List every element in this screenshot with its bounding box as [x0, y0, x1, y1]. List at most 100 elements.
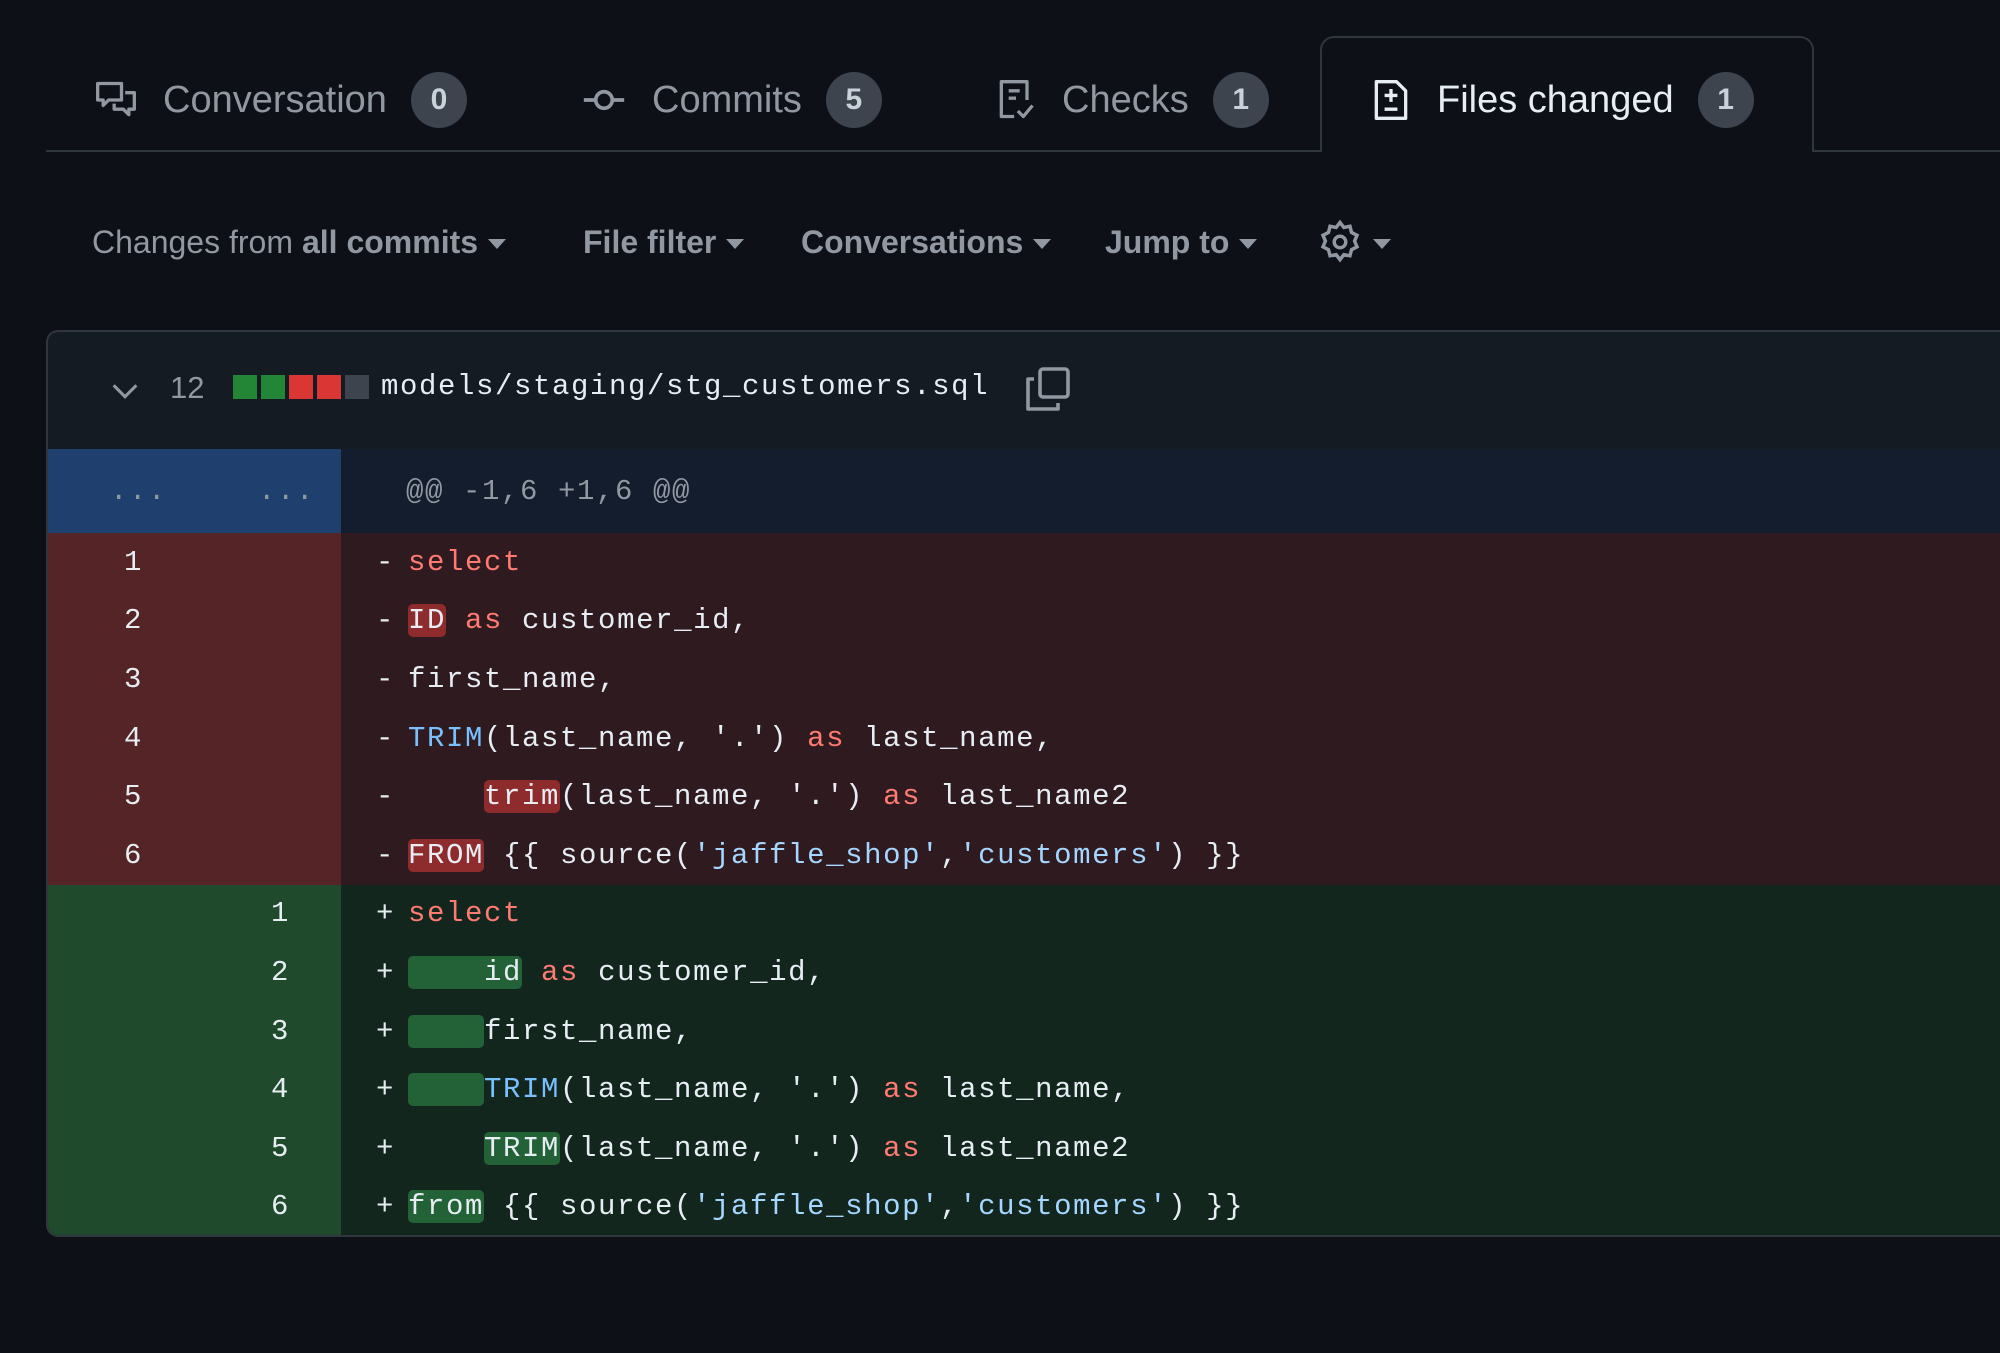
changed-token: ID	[408, 604, 447, 638]
diff-sign: -	[376, 721, 396, 755]
new-line-number[interactable]: 4	[271, 1060, 288, 1119]
code-token: last_name2	[921, 1131, 1131, 1165]
tab-counter: 5	[825, 72, 882, 128]
gear-icon	[1320, 219, 1360, 263]
tab-files-changed[interactable]: Files changed 1	[1369, 72, 1754, 128]
diff-sign: +	[376, 1131, 396, 1165]
new-line-number[interactable]: 6	[271, 1178, 288, 1235]
diff-sign: +	[376, 1190, 396, 1224]
conversations-dropdown[interactable]: Conversations	[801, 220, 1052, 264]
expand-up-old[interactable]: ...	[110, 449, 167, 533]
deleted-line: 1 - select	[48, 533, 2000, 592]
diffstat-block-added	[233, 375, 257, 399]
changes-from-dropdown[interactable]: Changes from all commits	[92, 220, 507, 264]
caret-down-icon	[488, 239, 507, 249]
old-line-number[interactable]: 1	[124, 533, 141, 592]
changes-prefix: Changes from	[92, 223, 293, 260]
diff-sign: +	[376, 1014, 396, 1048]
copy-icon[interactable]	[1024, 364, 1072, 414]
new-line-number[interactable]: 5	[271, 1119, 288, 1178]
file-diff: 12 models/staging/stg_customers.sql ... …	[46, 330, 2000, 1237]
code-line: select	[408, 546, 522, 579]
new-line-number[interactable]: 2	[271, 943, 288, 1002]
code-line: TRIM(last_name, '.') as last_name2	[408, 1131, 1131, 1165]
diff-sign: +	[376, 955, 396, 989]
code-token: as	[541, 955, 580, 989]
line-gutter	[48, 884, 341, 944]
diffstat	[233, 375, 369, 399]
new-line-number[interactable]: 1	[271, 885, 288, 944]
changed-token	[408, 1073, 485, 1107]
jump-to-label: Jump to	[1105, 223, 1230, 260]
code-token: ) }}	[1168, 838, 1245, 872]
line-gutter	[48, 591, 341, 651]
code-token: (last_name, '.')	[560, 780, 884, 814]
code-line: id as customer_id,	[408, 955, 827, 989]
code-token: customer_id,	[579, 955, 827, 989]
tab-counter: 0	[410, 72, 467, 128]
line-gutter	[48, 767, 341, 826]
changed-token: id	[408, 955, 523, 989]
line-gutter	[48, 1001, 341, 1061]
code-token: as	[883, 1131, 922, 1165]
code-token: {{ source(	[484, 1190, 694, 1224]
file-filter-dropdown[interactable]: File filter	[583, 220, 745, 264]
tab-counter: 1	[1212, 72, 1269, 128]
code-token: ,	[940, 838, 960, 872]
caret-down-icon	[726, 239, 745, 249]
line-gutter	[48, 943, 341, 1002]
tab-label: Files changed	[1437, 78, 1674, 121]
comment-discussion-icon	[96, 81, 136, 117]
code-line: TRIM(last_name, '.') as last_name,	[408, 722, 1054, 755]
new-line-number[interactable]: 3	[271, 1002, 288, 1061]
old-line-number[interactable]: 3	[124, 650, 141, 709]
conversations-label: Conversations	[801, 223, 1024, 260]
expand-up-new[interactable]: ...	[258, 449, 315, 533]
added-line: 4 + TRIM(last_name, '.') as last_name,	[48, 1060, 2000, 1119]
code-line: select	[408, 897, 522, 930]
old-line-number[interactable]: 6	[124, 826, 141, 885]
file-path[interactable]: models/staging/stg_customers.sql	[381, 370, 989, 403]
old-line-number[interactable]: 4	[124, 709, 141, 768]
tab-checks[interactable]: Checks 1	[994, 72, 1269, 128]
code-token: ,	[940, 1190, 960, 1224]
line-gutter	[48, 650, 341, 709]
code-line: TRIM(last_name, '.') as last_name,	[408, 1073, 1130, 1107]
code-token: customer_id,	[503, 604, 751, 638]
diff-sign: -	[376, 604, 396, 638]
diffstat-block-neutral	[345, 375, 369, 399]
old-line-number[interactable]: 2	[124, 592, 141, 651]
line-gutter	[48, 826, 341, 885]
code-token: select	[408, 897, 523, 931]
chevron-down-icon[interactable]	[108, 374, 142, 408]
deleted-line: 3 - first_name,	[48, 650, 2000, 709]
hunk-text: @@ -1,6 +1,6 @@	[406, 474, 692, 508]
caret-down-icon	[1373, 239, 1391, 249]
code-token: as	[465, 604, 504, 638]
code-token: 'jaffle_shop'	[693, 1190, 941, 1224]
code-token: as	[883, 780, 922, 814]
tab-conversation[interactable]: Conversation 0	[93, 72, 467, 128]
deleted-line: 6 - FROM {{ source('jaffle_shop','customer…	[48, 826, 2000, 885]
tab-label: Commits	[652, 78, 802, 121]
diff-sign: -	[376, 780, 396, 814]
changed-token	[408, 1014, 485, 1048]
diff-sign: -	[376, 838, 396, 872]
code-line: from {{ source('jaffle_shop','customers'…	[408, 1190, 1244, 1224]
line-gutter	[48, 1060, 341, 1119]
changed-token: trim	[484, 780, 561, 814]
code-token: as	[883, 1073, 922, 1107]
diff-settings-dropdown[interactable]	[1317, 219, 1391, 264]
diffstat-block-added	[261, 375, 285, 399]
tab-commits[interactable]: Commits 5	[580, 72, 882, 128]
code-token: first_name,	[408, 662, 618, 696]
line-gutter	[48, 708, 341, 768]
caret-down-icon	[1033, 239, 1052, 249]
jump-to-dropdown[interactable]: Jump to	[1105, 220, 1258, 264]
diff-sign: +	[376, 897, 396, 931]
old-line-number[interactable]: 5	[124, 767, 141, 826]
